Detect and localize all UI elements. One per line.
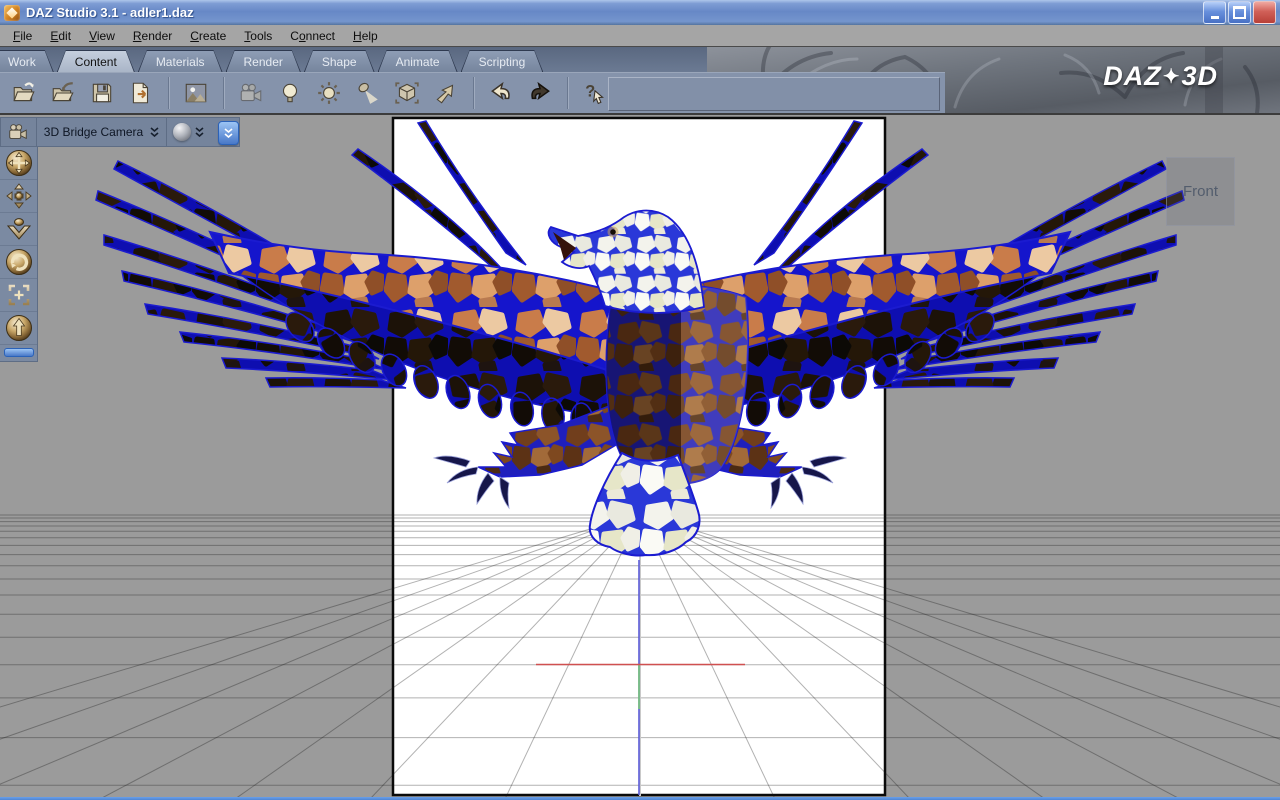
menu-item[interactable]: Create <box>181 26 235 46</box>
toolbar-separator <box>567 77 568 109</box>
toolbar-empty-panel <box>608 77 940 111</box>
toolbar-separator <box>473 77 474 109</box>
activity-tab[interactable]: Work <box>0 50 54 72</box>
frame-object-icon[interactable] <box>0 279 37 312</box>
header-area: DAZ✦3D Work Content Materials Render Shape An… <box>0 47 1280 113</box>
pointer-tool-icon[interactable] <box>428 76 464 110</box>
main-toolbar <box>0 72 945 113</box>
camera-selector[interactable]: 3D Bridge Camera <box>37 118 168 146</box>
maximize-button[interactable] <box>1228 1 1251 24</box>
viewport-options-button[interactable] <box>217 121 239 145</box>
star-icon: ✦ <box>1162 66 1181 88</box>
export-icon[interactable] <box>123 76 159 110</box>
menu-item[interactable]: Help <box>344 26 387 46</box>
chevron-down-icon <box>224 128 233 138</box>
camera-menu-button[interactable] <box>1 118 37 146</box>
aim-camera-icon[interactable] <box>0 312 37 345</box>
activity-tab[interactable]: Scripting <box>461 50 544 72</box>
point-light-icon[interactable] <box>311 76 347 110</box>
menu-item[interactable]: Render <box>124 26 181 46</box>
new-camera-icon <box>233 76 269 110</box>
toolbar-separator <box>168 77 169 109</box>
new-primitive-icon[interactable] <box>389 76 425 110</box>
render-image-icon[interactable] <box>178 76 214 110</box>
menu-item[interactable]: Tools <box>235 26 281 46</box>
activity-tab[interactable]: Content <box>57 50 135 72</box>
window-title: DAZ Studio 3.1 - adler1.daz <box>26 5 194 20</box>
orbit-camera-icon[interactable] <box>0 147 37 180</box>
tools-collapse-handle[interactable] <box>3 348 34 357</box>
draw-style-sphere-icon <box>172 123 191 141</box>
activity-tab-bar: Work Content Materials Render Shape Animate Sc… <box>0 47 707 72</box>
app-icon <box>4 4 20 21</box>
activity-tab[interactable]: Animate <box>378 50 458 72</box>
redo-icon[interactable] <box>522 76 558 110</box>
distant-light-icon[interactable] <box>272 76 308 110</box>
menu-item[interactable]: View <box>80 26 124 46</box>
dolly-camera-icon[interactable] <box>0 213 37 246</box>
title-bar: DAZ Studio 3.1 - adler1.daz <box>0 0 1280 25</box>
spotlight-icon[interactable] <box>350 76 386 110</box>
chevron-down-icon <box>150 127 159 137</box>
chevron-down-icon <box>195 127 204 137</box>
window-controls <box>1203 1 1276 24</box>
camera-tools <box>0 147 38 362</box>
save-icon[interactable] <box>84 76 120 110</box>
activity-tab[interactable]: Render <box>226 50 301 72</box>
camera-icon <box>7 121 29 143</box>
menu-item[interactable]: Connect <box>281 26 344 46</box>
close-button[interactable] <box>1253 1 1276 24</box>
draw-style-selector[interactable] <box>167 118 210 146</box>
activity-tab[interactable]: Materials <box>138 50 223 72</box>
daz3d-logo: DAZ✦3D <box>1103 61 1218 91</box>
import-file-icon[interactable] <box>45 76 81 110</box>
undo-icon[interactable] <box>483 76 519 110</box>
viewport[interactable]: 3D Bridge Camera Front <box>0 115 1280 797</box>
menu-bar: File Edit View Render Create Tools Connect Help <box>0 25 1280 47</box>
pan-camera-icon[interactable] <box>0 180 37 213</box>
open-file-icon[interactable] <box>6 76 42 110</box>
viewport-canvas[interactable] <box>0 115 1280 797</box>
minimize-button[interactable] <box>1203 1 1226 24</box>
activity-tab[interactable]: Shape <box>304 50 375 72</box>
view-orientation-badge: Front <box>1166 157 1235 226</box>
viewport-control-bar: 3D Bridge Camera <box>0 117 240 147</box>
menu-item[interactable]: Edit <box>41 26 80 46</box>
rotate-camera-icon[interactable] <box>0 246 37 279</box>
menu-item[interactable]: File <box>4 26 41 46</box>
toolbar-separator <box>223 77 224 109</box>
app-window: DAZ Studio 3.1 - adler1.daz File Edit View… <box>0 0 1280 800</box>
